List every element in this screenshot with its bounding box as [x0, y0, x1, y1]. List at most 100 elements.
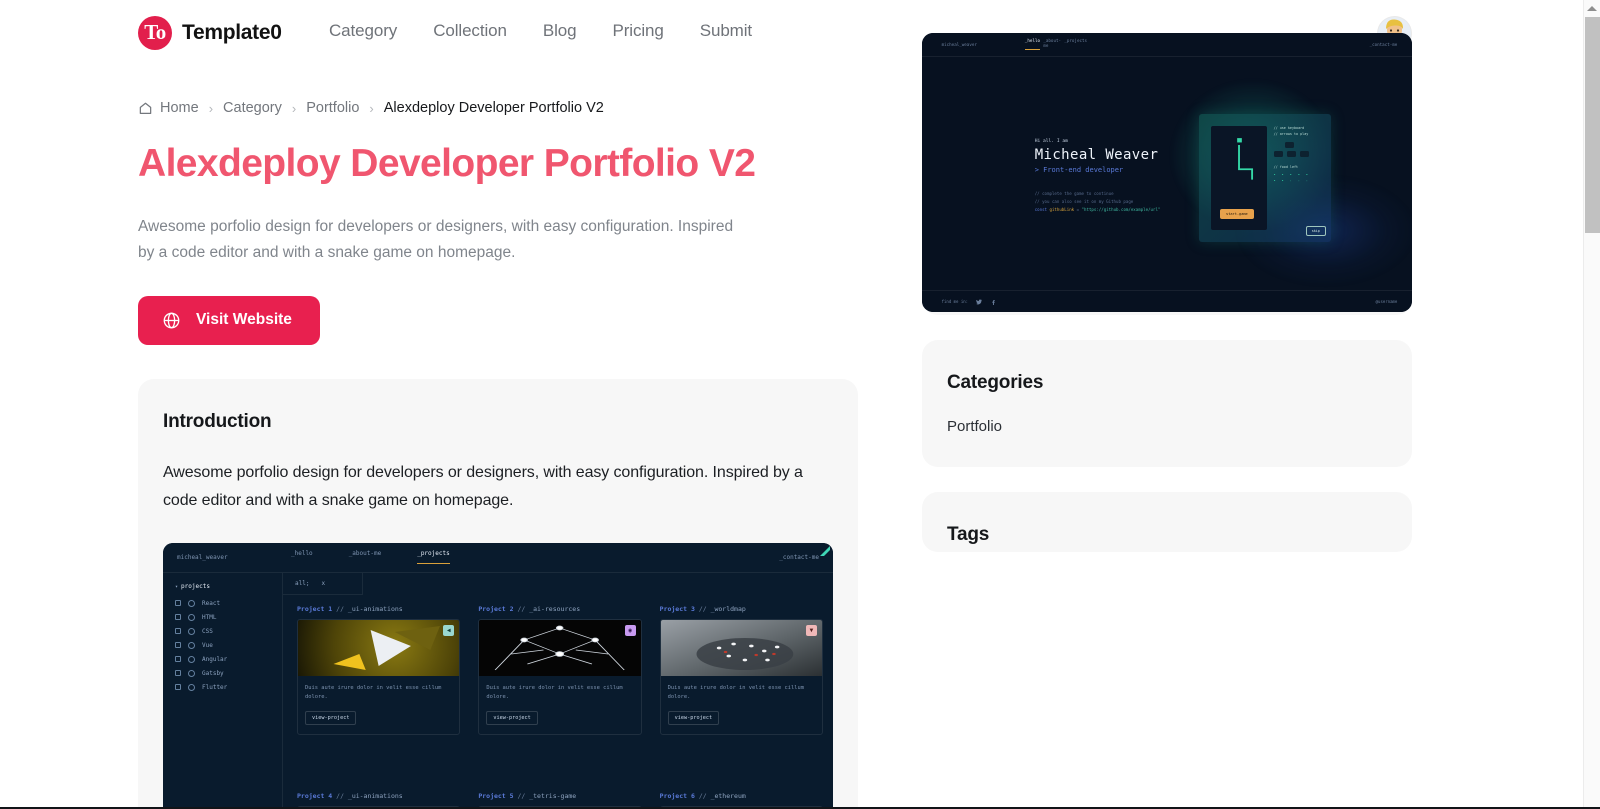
project-card[interactable]: Project 3 // _worldmap ▼ Duis aute irure… [659, 605, 823, 776]
project-slash: // [517, 791, 526, 800]
projects-topbar: micheal_weaver _hello _about-me _project… [163, 543, 833, 573]
game-hint-2: // arrows to play [1273, 131, 1309, 136]
hero-topbar: micheal_weaver _hello _about-me _project… [922, 33, 1412, 57]
checkbox-icon[interactable] [175, 614, 181, 621]
hero-code-line: const githubLink = "https://github.com/e… [1035, 206, 1161, 214]
projects-tab-hello[interactable]: _hello [291, 550, 313, 564]
main-nav: Category Collection Blog Pricing Submit [329, 21, 752, 41]
tech-item-flutter[interactable]: Flutter [175, 683, 270, 691]
tech-item-gatsby[interactable]: Gatsby [175, 669, 270, 677]
hero-username: @username [1375, 298, 1398, 304]
globe-icon [162, 311, 181, 330]
scroll-up-arrow-icon[interactable] [1584, 0, 1600, 17]
hero-role: > Front-end developer [1034, 166, 1124, 175]
hero-greeting: Hi all. I am [1034, 139, 1068, 145]
hero-tab-hello[interactable]: _hello [1024, 38, 1041, 51]
checkbox-icon[interactable] [175, 656, 181, 663]
project-card[interactable]: Project 2 // _ai-resources ◉ Duis aute i… [478, 604, 642, 776]
food-left-section: // food left • • • • • • • · · · [1274, 165, 1319, 183]
project-view-button[interactable]: view-project [486, 710, 538, 725]
projects-tabs: _hello _about-me _projects [291, 550, 450, 565]
project-description: Duis aute irure dolor in velit esse cill… [667, 684, 804, 701]
project-view-button[interactable]: view-project [667, 710, 720, 725]
arrow-right-key-icon[interactable] [1299, 150, 1309, 157]
introduction-title: Introduction [163, 410, 272, 432]
flutter-icon [188, 683, 195, 691]
tech-item-react[interactable]: React [175, 599, 270, 607]
snake-game-board[interactable]: start-game [1211, 126, 1268, 230]
breadcrumb-portfolio[interactable]: Portfolio [306, 100, 359, 116]
arrow-up-key-icon[interactable] [1284, 141, 1294, 148]
checkbox-icon[interactable] [175, 628, 181, 635]
hero-preview-image[interactable]: micheal_weaver _hello _about-me _project… [922, 33, 1412, 312]
hero-find-me: find me in: [942, 299, 997, 305]
vue-icon [188, 641, 195, 649]
project-thumbnail: ◉ [479, 619, 641, 676]
hero-tab-contact[interactable]: _contact-me [1370, 42, 1398, 47]
checkbox-icon[interactable] [175, 642, 181, 649]
arrow-down-key-icon[interactable] [1286, 150, 1296, 157]
twitter-icon[interactable] [976, 299, 983, 305]
tech-item-html[interactable]: HTML [175, 613, 270, 621]
breadcrumb-home[interactable]: Home [138, 100, 199, 116]
project-number: Project 5 [478, 791, 514, 800]
home-icon [138, 101, 153, 116]
breadcrumb-category[interactable]: Category [223, 100, 282, 116]
angular-icon [188, 655, 195, 663]
tech-label: CSS [202, 627, 213, 635]
page-root: To Template0 Category Collection Blog Pr… [0, 0, 1600, 809]
page-description: Awesome porfolio design for developers o… [138, 217, 734, 262]
nav-item-pricing[interactable]: Pricing [612, 21, 663, 41]
code-variable: githubLink [1049, 206, 1075, 212]
react-icon [188, 599, 195, 607]
facebook-icon[interactable] [990, 299, 996, 305]
project-number: Project 4 [297, 791, 333, 800]
nav-item-collection[interactable]: Collection [433, 21, 507, 41]
page-title: Alexdeploy Developer Portfolio V2 [138, 142, 756, 185]
code-keyword: const [1034, 206, 1048, 212]
project-name: _tetris-game [529, 791, 577, 800]
projects-screenshot[interactable]: micheal_weaver _hello _about-me _project… [163, 542, 833, 809]
scrollbar-thumb[interactable] [1585, 17, 1600, 233]
project-card[interactable]: Project 1 // _ui-animations ◀ Duis aute … [297, 605, 461, 776]
nav-item-category[interactable]: Category [329, 21, 397, 41]
nav-item-submit[interactable]: Submit [700, 21, 752, 41]
visit-website-button[interactable]: Visit Website [138, 295, 320, 345]
tech-item-vue[interactable]: Vue [175, 641, 270, 649]
breadcrumb-home-label: Home [160, 100, 199, 116]
project-thumbnail: ◀ [298, 619, 460, 676]
project-badge: ◀ [443, 624, 455, 636]
checkbox-icon[interactable] [175, 600, 181, 607]
project-slash: // [517, 604, 526, 613]
nav-item-blog[interactable]: Blog [543, 21, 577, 41]
skip-game-button[interactable]: skip [1305, 225, 1326, 236]
project-number: Project 6 [659, 791, 695, 800]
breadcrumb-current: Alexdeploy Developer Portfolio V2 [383, 100, 604, 116]
arrow-left-key-icon[interactable] [1273, 150, 1283, 157]
project-badge: ◉ [624, 624, 636, 636]
visit-website-label: Visit Website [196, 311, 292, 329]
checkbox-icon[interactable] [175, 684, 181, 691]
checkbox-icon[interactable] [175, 670, 181, 677]
vertical-scrollbar[interactable] [1583, 0, 1600, 809]
logo[interactable]: To Template0 [138, 16, 282, 50]
projects-contact-tab[interactable]: _contact-me [779, 554, 819, 561]
code-string: "https://github.com/example/url" [1081, 206, 1161, 212]
categories-card: Categories Portfolio [922, 340, 1412, 467]
project-view-button[interactable]: view-project [305, 710, 357, 725]
snake-game-controls: // use keyboard // arrows to play // foo… [1267, 126, 1319, 230]
project-number: Project 2 [478, 604, 514, 613]
projects-tab-projects[interactable]: _projects [417, 550, 450, 565]
start-game-button[interactable]: start-game [1220, 208, 1254, 219]
projects-tab-about[interactable]: _about-me [349, 550, 382, 564]
projects-sidebar: projects React HTML CSS Vue Angular Gats… [163, 572, 283, 809]
hero-tab-about[interactable]: _about-me [1043, 38, 1061, 50]
filter-close-icon[interactable]: x [321, 580, 325, 587]
hero-tab-projects[interactable]: _projects [1064, 38, 1087, 50]
food-row-1: • • • • • [1273, 172, 1310, 177]
logo-text: Template0 [182, 21, 282, 44]
tech-item-css[interactable]: CSS [175, 627, 270, 635]
tech-item-angular[interactable]: Angular [175, 655, 270, 663]
arrow-keys-group [1273, 141, 1319, 158]
category-item-portfolio[interactable]: Portfolio [947, 418, 1387, 467]
